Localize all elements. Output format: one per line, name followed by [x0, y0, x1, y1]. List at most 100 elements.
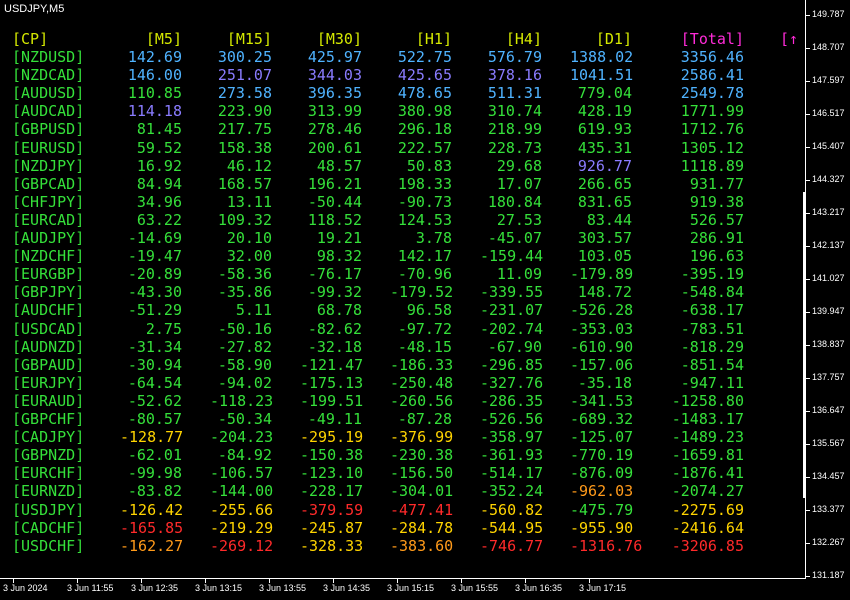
row-value-total: 196.63: [689, 247, 744, 266]
row-value-h1: -90.73: [397, 192, 452, 211]
row-value-m15: 13.11: [226, 192, 272, 211]
row-value-m15: -255.66: [210, 500, 274, 519]
price-tick: [806, 543, 810, 544]
price-label: 147.597: [812, 75, 845, 85]
row-value-d1: -353.03: [570, 319, 634, 338]
row-value-m15: 300.25: [217, 48, 272, 66]
row-value-m15: 168.57: [217, 174, 272, 193]
row-value-total: 1305.12: [680, 138, 744, 157]
row-value-m30: -99.32: [307, 283, 362, 302]
row-value-m15: 46.12: [226, 156, 272, 175]
row-pair-label: [AUDJPY]: [12, 229, 85, 247]
header-cp: [CP]: [12, 30, 49, 48]
row-value-total: -947.11: [680, 373, 744, 392]
chart-area[interactable]: USDJPY,M5 [CP] [M5] [M15] [M30] [H1] [H4…: [0, 0, 806, 579]
row-value-m15: 20.10: [226, 229, 272, 247]
row-value-m30: 396.35: [307, 84, 362, 103]
row-value-h1: -260.56: [390, 391, 454, 410]
row-value-h1: 478.65: [397, 84, 452, 103]
price-tick: [806, 114, 810, 115]
row-value-total: 1771.99: [680, 102, 744, 121]
time-label: 3 Jun 16:35: [515, 583, 563, 593]
row-value-h1: -70.96: [397, 265, 452, 284]
row-value-total: -2416.64: [671, 518, 744, 537]
row-value-m30: 98.32: [316, 247, 362, 266]
row-value-h4: 180.84: [487, 192, 542, 211]
row-value-d1: 779.04: [577, 84, 632, 103]
row-value-m30: -328.33: [300, 536, 364, 555]
row-value-d1: -179.89: [570, 265, 634, 284]
row-value-d1: -341.53: [570, 391, 634, 410]
row-value-m30: -245.87: [300, 518, 364, 537]
row-value-h1: -179.52: [390, 283, 454, 302]
price-label: 137.757: [812, 372, 845, 382]
time-label: 3 Jun 13:55: [259, 583, 307, 593]
row-value-m15: 158.38: [217, 138, 272, 157]
row-pair-label: [AUDNZD]: [12, 337, 85, 356]
time-label: 3 Jun 2024: [3, 583, 48, 593]
row-value-h4: -544.95: [480, 518, 544, 537]
row-value-m15: -58.90: [217, 355, 272, 374]
row-value-m5: 16.92: [136, 156, 182, 175]
row-value-m30: 48.57: [316, 156, 362, 175]
row-pair-label: [EURCHF]: [12, 464, 85, 483]
row-value-h4: -296.85: [480, 355, 544, 374]
row-value-d1: 435.31: [577, 138, 632, 157]
row-value-h1: 3.78: [415, 229, 452, 247]
row-value-m5: -64.54: [127, 373, 182, 392]
row-value-h1: -97.72: [397, 319, 452, 338]
row-value-m5: -51.29: [127, 301, 182, 320]
row-value-d1: 619.93: [577, 120, 632, 139]
row-value-h4: -514.17: [480, 464, 544, 483]
row-value-total: 931.77: [689, 174, 744, 193]
price-label: 143.217: [812, 207, 845, 217]
row-value-d1: -35.18: [577, 373, 632, 392]
row-value-d1: -1316.76: [570, 536, 643, 555]
row-value-h1: 425.65: [397, 66, 452, 85]
row-value-m15: -269.12: [210, 536, 274, 555]
row-value-h4: 17.07: [496, 174, 542, 193]
row-value-m5: -99.98: [127, 464, 182, 483]
row-value-m30: 425.97: [307, 48, 362, 66]
row-value-h4: -358.97: [480, 428, 544, 447]
row-value-m30: -295.19: [300, 428, 364, 447]
row-value-m30: -82.62: [307, 319, 362, 338]
time-label: 3 Jun 12:35: [131, 583, 179, 593]
row-value-m30: -76.17: [307, 265, 362, 284]
row-value-total: -548.84: [680, 283, 744, 302]
row-value-m15: -35.86: [217, 283, 272, 302]
row-value-total: -1483.17: [671, 410, 744, 428]
row-value-m15: -50.16: [217, 319, 272, 338]
price-label: 138.837: [812, 339, 845, 349]
row-value-d1: 1041.51: [570, 66, 634, 85]
row-value-h1: 96.58: [406, 301, 452, 320]
row-value-h4: 576.79: [487, 48, 542, 66]
row-value-h1: -156.50: [390, 464, 454, 483]
row-value-m30: 200.61: [307, 138, 362, 157]
row-value-total: -851.54: [680, 355, 744, 374]
row-value-d1: 1388.02: [570, 48, 634, 66]
row-value-h4: -746.77: [480, 536, 544, 555]
price-tick: [806, 345, 810, 346]
row-value-h4: 228.73: [487, 138, 542, 157]
row-value-total: -638.17: [680, 301, 744, 320]
row-value-m30: -32.18: [307, 337, 362, 356]
row-value-h4: -327.76: [480, 373, 544, 392]
price-label: 141.027: [812, 273, 845, 283]
row-value-h1: 222.57: [397, 138, 452, 157]
price-tick: [806, 180, 810, 181]
row-value-total: -1659.81: [671, 446, 744, 465]
header-m30: [M30]: [316, 30, 362, 48]
row-pair-label: [NZDCAD]: [12, 66, 85, 85]
row-value-h4: -352.24: [480, 482, 544, 501]
header-h1: [H1]: [415, 30, 452, 48]
row-value-m5: -126.42: [120, 500, 184, 519]
row-value-h1: 296.18: [397, 120, 452, 139]
row-value-total: 526.57: [689, 210, 744, 229]
row-value-m5: 114.18: [127, 102, 182, 121]
row-value-h1: -48.15: [397, 337, 452, 356]
row-value-h1: -376.99: [390, 428, 454, 447]
time-label: 3 Jun 14:35: [323, 583, 371, 593]
row-value-m15: -58.36: [217, 265, 272, 284]
price-tick: [806, 510, 810, 511]
